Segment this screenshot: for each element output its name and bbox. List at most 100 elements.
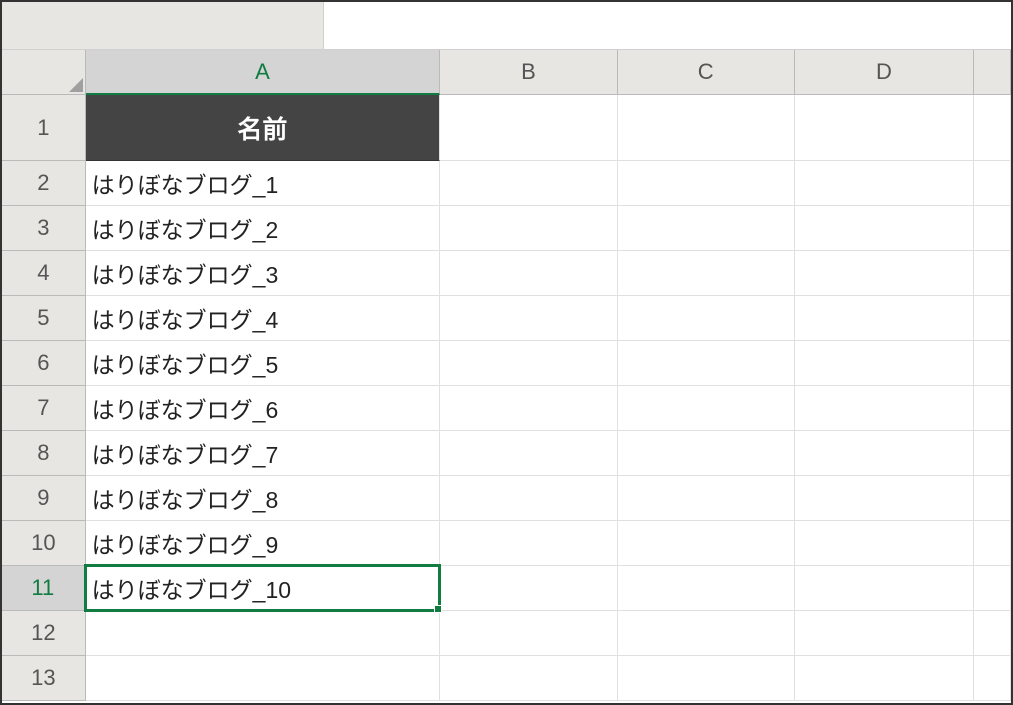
cell-C2[interactable] [618, 161, 795, 206]
cell-D1[interactable] [795, 95, 974, 161]
cell-B3[interactable] [440, 206, 617, 251]
row-header-7[interactable]: 7 [2, 386, 86, 431]
cell-D6[interactable] [795, 341, 974, 386]
cell-D3[interactable] [795, 206, 974, 251]
col-header-D[interactable]: D [795, 50, 974, 95]
cell-D11[interactable] [795, 566, 974, 611]
row-8: 8 はりぼなブログ_7 [2, 431, 1011, 476]
cell-C6[interactable] [618, 341, 795, 386]
cell-A5[interactable]: はりぼなブログ_4 [86, 296, 441, 341]
row-header-10[interactable]: 10 [2, 521, 86, 566]
row-7: 7 はりぼなブログ_6 [2, 386, 1011, 431]
select-all-corner[interactable] [2, 50, 86, 95]
cell-D13[interactable] [795, 656, 974, 701]
cell-A1[interactable]: 名前 [86, 95, 441, 161]
row-header-6[interactable]: 6 [2, 341, 86, 386]
cell-B4[interactable] [440, 251, 617, 296]
cell-C13[interactable] [618, 656, 795, 701]
cell-E5[interactable] [974, 296, 1011, 341]
cell-B7[interactable] [440, 386, 617, 431]
row-10: 10 はりぼなブログ_9 [2, 521, 1011, 566]
cell-A10[interactable]: はりぼなブログ_9 [86, 521, 441, 566]
row-header-1[interactable]: 1 [2, 95, 86, 161]
cell-D10[interactable] [795, 521, 974, 566]
row-6: 6 はりぼなブログ_5 [2, 341, 1011, 386]
cell-E1[interactable] [974, 95, 1011, 161]
cell-D9[interactable] [795, 476, 974, 521]
row-header-12[interactable]: 12 [2, 611, 86, 656]
cell-D4[interactable] [795, 251, 974, 296]
cell-E12[interactable] [974, 611, 1011, 656]
row-12: 12 [2, 611, 1011, 656]
cell-E8[interactable] [974, 431, 1011, 476]
cell-D7[interactable] [795, 386, 974, 431]
cell-B2[interactable] [440, 161, 617, 206]
select-all-triangle-icon [69, 78, 83, 92]
cell-B10[interactable] [440, 521, 617, 566]
cell-B11[interactable] [440, 566, 617, 611]
cell-A6[interactable]: はりぼなブログ_5 [86, 341, 441, 386]
cell-D2[interactable] [795, 161, 974, 206]
cell-E3[interactable] [974, 206, 1011, 251]
row-header-4[interactable]: 4 [2, 251, 86, 296]
cell-A7[interactable]: はりぼなブログ_6 [86, 386, 441, 431]
cell-E11[interactable] [974, 566, 1011, 611]
cell-E13[interactable] [974, 656, 1011, 701]
row-header-3[interactable]: 3 [2, 206, 86, 251]
col-header-C[interactable]: C [618, 50, 795, 95]
row-13: 13 [2, 656, 1011, 701]
row-9: 9 はりぼなブログ_8 [2, 476, 1011, 521]
cell-B9[interactable] [440, 476, 617, 521]
cell-E7[interactable] [974, 386, 1011, 431]
row-header-11[interactable]: 11 [2, 566, 86, 611]
cell-B5[interactable] [440, 296, 617, 341]
cell-A9[interactable]: はりぼなブログ_8 [86, 476, 441, 521]
cell-A4[interactable]: はりぼなブログ_3 [86, 251, 441, 296]
cell-B12[interactable] [440, 611, 617, 656]
formula-bar[interactable] [324, 2, 1011, 49]
cell-A2[interactable]: はりぼなブログ_1 [86, 161, 441, 206]
cell-A8[interactable]: はりぼなブログ_7 [86, 431, 441, 476]
col-header-A[interactable]: A [86, 50, 441, 95]
cell-A12[interactable] [86, 611, 441, 656]
cell-A11-value: はりぼなブログ_10 [92, 571, 291, 605]
row-3: 3 はりぼなブログ_2 [2, 206, 1011, 251]
cell-A11[interactable]: はりぼなブログ_10 [86, 566, 441, 611]
row-11: 11 はりぼなブログ_10 [2, 566, 1011, 611]
cell-C1[interactable] [618, 95, 795, 161]
cell-B13[interactable] [440, 656, 617, 701]
cell-E9[interactable] [974, 476, 1011, 521]
row-header-5[interactable]: 5 [2, 296, 86, 341]
cell-C11[interactable] [618, 566, 795, 611]
col-header-partial[interactable] [974, 50, 1011, 95]
row-header-9[interactable]: 9 [2, 476, 86, 521]
cell-D5[interactable] [795, 296, 974, 341]
cell-B1[interactable] [440, 95, 617, 161]
cell-B8[interactable] [440, 431, 617, 476]
cell-E4[interactable] [974, 251, 1011, 296]
cell-D8[interactable] [795, 431, 974, 476]
cell-C4[interactable] [618, 251, 795, 296]
row-header-13[interactable]: 13 [2, 656, 86, 701]
cell-E2[interactable] [974, 161, 1011, 206]
cell-E10[interactable] [974, 521, 1011, 566]
cell-C7[interactable] [618, 386, 795, 431]
cell-B6[interactable] [440, 341, 617, 386]
row-header-2[interactable]: 2 [2, 161, 86, 206]
row-2: 2 はりぼなブログ_1 [2, 161, 1011, 206]
cell-C12[interactable] [618, 611, 795, 656]
cell-A13[interactable] [86, 656, 441, 701]
cell-A3[interactable]: はりぼなブログ_2 [86, 206, 441, 251]
row-1: 1 名前 [2, 95, 1011, 161]
cell-C5[interactable] [618, 296, 795, 341]
cell-C8[interactable] [618, 431, 795, 476]
cell-C3[interactable] [618, 206, 795, 251]
cell-D12[interactable] [795, 611, 974, 656]
cell-C10[interactable] [618, 521, 795, 566]
name-box-area[interactable] [2, 2, 324, 49]
col-header-B[interactable]: B [440, 50, 617, 95]
row-4: 4 はりぼなブログ_3 [2, 251, 1011, 296]
cell-C9[interactable] [618, 476, 795, 521]
row-header-8[interactable]: 8 [2, 431, 86, 476]
cell-E6[interactable] [974, 341, 1011, 386]
